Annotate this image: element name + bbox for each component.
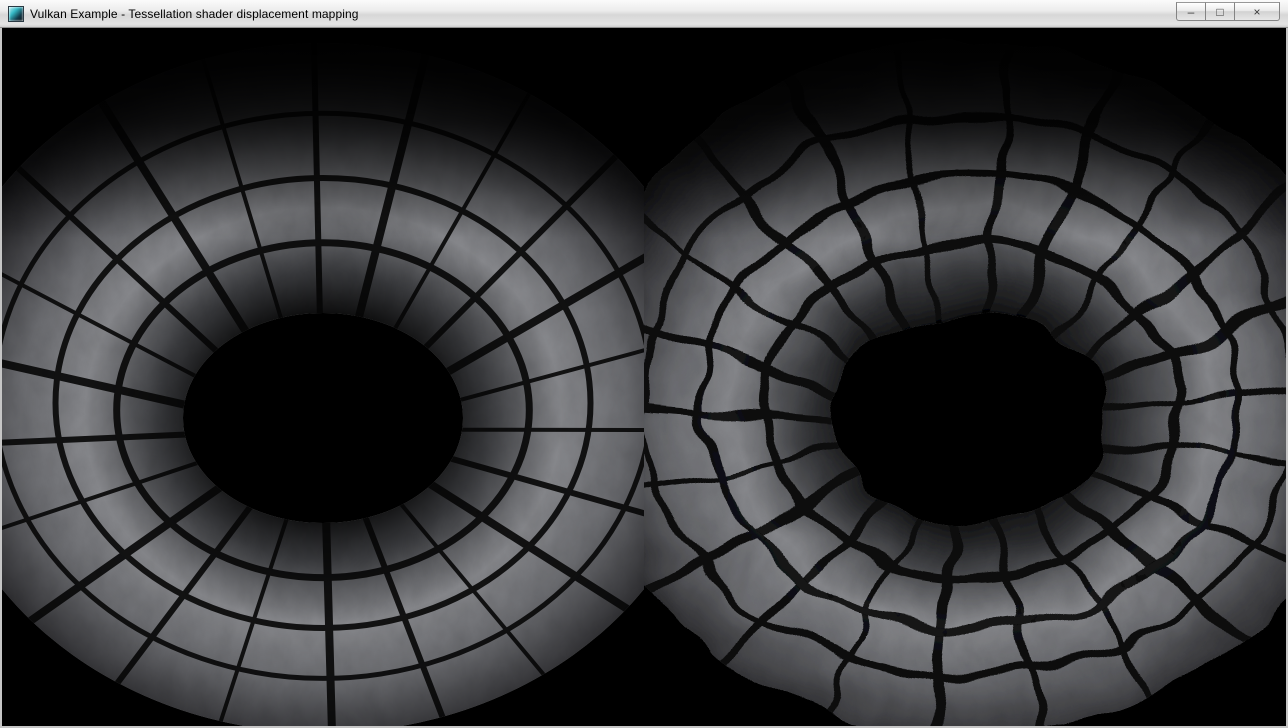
close-icon: × (1253, 6, 1260, 18)
window-title: Vulkan Example - Tessellation shader dis… (30, 7, 359, 21)
close-button[interactable]: × (1234, 2, 1280, 21)
app-icon[interactable] (8, 6, 24, 22)
minimize-icon: – (1188, 6, 1195, 18)
minimize-button[interactable]: – (1176, 2, 1206, 21)
render-viewport[interactable] (0, 28, 1288, 728)
top-fade (2, 28, 1286, 238)
maximize-icon: □ (1216, 6, 1223, 18)
titlebar[interactable]: Vulkan Example - Tessellation shader dis… (0, 0, 1288, 28)
maximize-button[interactable]: □ (1205, 2, 1235, 21)
render-scene (2, 28, 1286, 726)
app-window: Vulkan Example - Tessellation shader dis… (0, 0, 1288, 728)
window-controls: – □ × (1177, 2, 1280, 21)
